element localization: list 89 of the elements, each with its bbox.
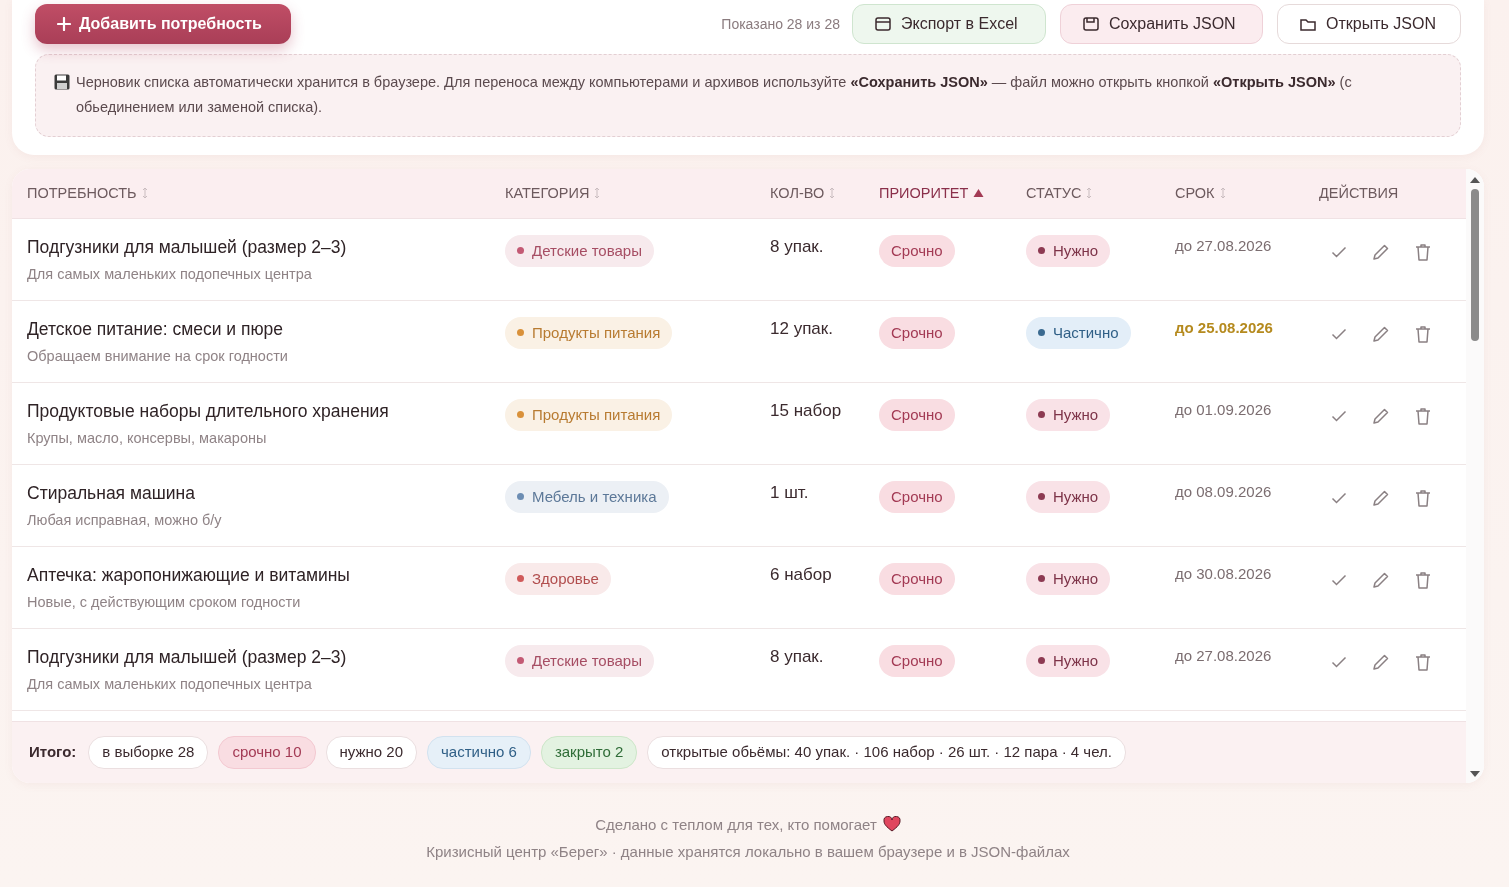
priority-badge: Срочно [879,316,955,349]
pencil-icon [1372,570,1390,589]
plus-icon [57,17,71,31]
floppy-icon [54,74,70,90]
sort-column-header[interactable]: ПОТРЕБНОСТЬ [27,182,137,205]
category-tag: Детские товары [505,234,654,267]
column-header: ДЕЙСТВИЯ [1319,183,1399,203]
status-badge: Нужно [1026,562,1111,595]
need-name: Аптечка: жаропонижающие и витамины [27,563,351,587]
info-note: Черновик списка автоматически хранится в браузере. Для переноса между компьютерами и архивов используйте «Сохранить JSON» — файл можно открыть кнопкой «Открыть JSON» (с обьединением или заменой списка). [76,73,1353,117]
sort-column-header[interactable]: КАТЕГОРИЯ [505,182,590,205]
quantity: 1 шт. [770,482,809,502]
need-note: Любая исправная, можно б/у [27,511,223,531]
heart-icon [882,816,901,833]
check-icon [1331,491,1347,504]
need-name: Детское питание: смеси и пюре [27,317,285,341]
check-icon [1331,245,1347,258]
sort-column-header[interactable]: СТАТУС [1026,182,1082,205]
summary-chip: нужно 20 [325,735,418,769]
need-note: Новые, с действующим сроком годности [27,593,302,613]
status-badge: Нужно [1026,480,1111,513]
status-badge: Частично [1026,316,1131,349]
due-date: до 08.09.2026 [1175,482,1272,500]
need-note: Для самых маленьких подопечных центра [27,675,313,695]
category-tag: Детские товары [505,644,654,677]
need-note: Обращаем внимание на срок годности [27,347,289,367]
footer-text: Сделано с теплом для тех, кто помогает [595,814,877,835]
check-icon [1331,327,1347,340]
sort-column-header[interactable]: ПРИОРИТЕТ [879,182,969,205]
totals-label: Итого: [29,742,77,763]
export-button[interactable]: Экспорт в Excel [852,4,1046,44]
due-date: до 30.08.2026 [1175,564,1272,582]
need-note: Крупы, масло, консервы, макароны [27,429,268,449]
need-name: Подгузники для малышей (размер 2–3) [27,645,348,669]
check-icon [1331,573,1347,586]
quantity: 8 упак. [770,236,824,256]
scrollbar[interactable] [1466,168,1484,783]
category-tag: Продукты питания [505,316,673,349]
trash-icon [1415,488,1431,507]
need-name: Продуктовые наборы длительного хранения [27,399,390,423]
priority-badge: Срочно [879,234,955,267]
due-date: до 25.08.2026 [1175,318,1273,336]
category-tag: Продукты питания [505,398,673,431]
shown-count: Показано 28 из 28 [721,14,840,34]
trash-icon [1415,406,1431,425]
pencil-icon [1372,652,1390,671]
quantity: 12 упак. [770,318,833,338]
add-need-button[interactable]: Добавить потребность [35,4,291,44]
spreadsheet-icon [875,16,891,32]
check-icon [1331,409,1347,422]
footer-text: Кризисный центр «Берег» · данные хранятся локально в вашем браузере и в JSON-файлах [425,841,1071,862]
floppy-icon [1083,16,1099,32]
need-note: Для самых маленьких подопечных центра [27,265,313,285]
pencil-icon [1372,324,1390,343]
sort-column-header[interactable]: СРОК [1175,182,1215,205]
summary-chip: срочно 10 [218,735,316,769]
summary-chip: открытые обьёмы: 40 упак. · 106 набор · 26 шт. · 12 пара · 4 чел. [647,735,1126,769]
summary-chip: в выборке 28 [88,735,209,769]
quantity: 8 упак. [770,646,824,666]
sort-column-header[interactable]: КОЛ-ВО [770,182,825,205]
priority-badge: Срочно [879,398,955,431]
pencil-icon [1372,488,1390,507]
summary-chip: закрыто 2 [540,735,638,769]
quantity: 15 набор [770,400,842,420]
open-button[interactable]: Открыть JSON [1277,4,1461,44]
summary-chip: частично 6 [427,735,531,769]
save-button[interactable]: Сохранить JSON [1060,4,1263,44]
need-name: Стиральная машина [27,481,196,505]
status-badge: Нужно [1026,398,1111,431]
quantity: 6 набор [770,564,832,584]
category-tag: Мебель и техника [505,480,669,513]
trash-icon [1415,242,1431,261]
pencil-icon [1372,242,1390,261]
priority-badge: Срочно [879,480,955,513]
priority-badge: Срочно [879,644,955,677]
check-icon [1331,655,1347,668]
priority-badge: Срочно [879,562,955,595]
status-badge: Нужно [1026,644,1111,677]
need-name: Подгузники для малышей (размер 2–3) [27,235,348,259]
trash-icon [1415,324,1431,343]
trash-icon [1415,570,1431,589]
category-tag: Здоровье [505,562,611,595]
due-date: до 01.09.2026 [1175,400,1272,418]
due-date: до 27.08.2026 [1175,236,1272,254]
pencil-icon [1372,406,1390,425]
trash-icon [1415,652,1431,671]
folder-icon [1300,16,1316,32]
status-badge: Нужно [1026,234,1111,267]
due-date: до 27.08.2026 [1175,646,1272,664]
